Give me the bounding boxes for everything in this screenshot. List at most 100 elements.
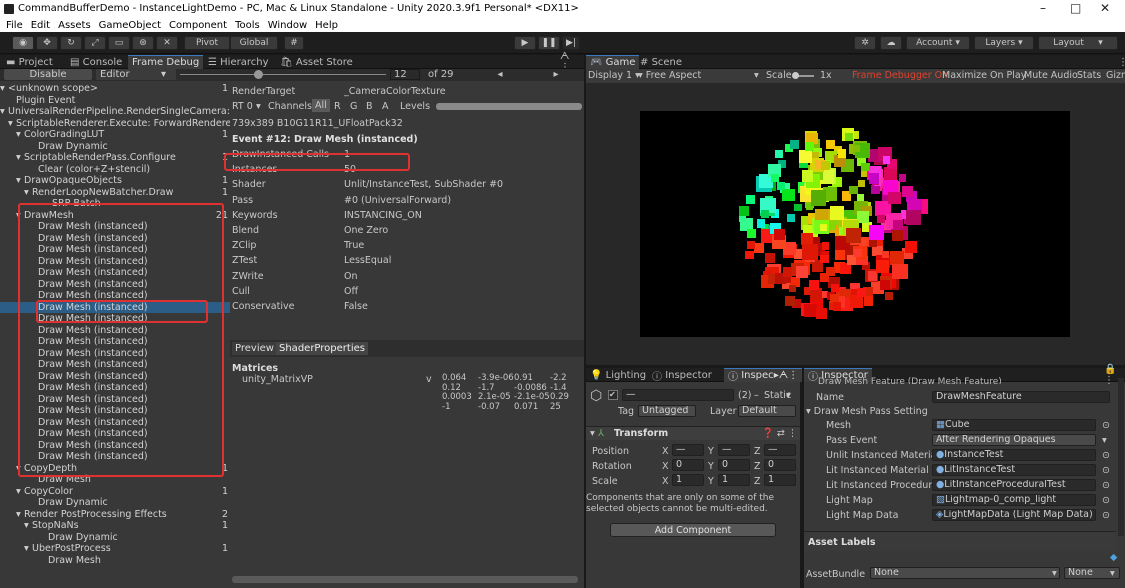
tree-row[interactable]: ▾ CopyColor 1 (0, 486, 230, 498)
feature-field-value[interactable]: ●LitInstanceProceduralTest (932, 479, 1096, 491)
menu-component[interactable]: Component (169, 20, 227, 31)
feature-field-value[interactable]: ●LitInstanceTest (932, 464, 1096, 476)
render-target-value[interactable]: _CameraColorTexture (344, 86, 446, 97)
tree-row[interactable]: ▾ UberPostProcess 1 (0, 543, 230, 555)
game-menu-icon[interactable]: ⋮ (1114, 55, 1125, 69)
active-checkbox[interactable]: ✔ (608, 390, 618, 400)
minimize-button[interactable]: – (1040, 1, 1046, 15)
transform-pos-y-field[interactable]: — (718, 444, 750, 456)
foldout-arrow-icon[interactable]: ▾ (16, 152, 21, 164)
foldout-arrow-icon[interactable]: ▾ (16, 486, 21, 498)
transform-scl-x-field[interactable]: 1 (672, 474, 704, 486)
scale-tool-icon[interactable]: ⤢ (84, 36, 106, 50)
variant-dropdown-arrow-icon[interactable]: ▾ (1110, 568, 1115, 579)
view-tool-icon[interactable]: ◉ (12, 36, 34, 50)
assetbundle-dropdown-arrow-icon[interactable]: ▾ (1052, 568, 1057, 579)
rect-tool-icon[interactable]: ▭ (108, 36, 130, 50)
foldout-arrow-icon[interactable]: ▾ (24, 543, 29, 555)
frame-number-field[interactable]: 12 (390, 69, 420, 80)
tab-asset-store[interactable]: 🛍 Asset Store (276, 55, 357, 69)
tree-row[interactable]: ▾ StopNaNs 1 (0, 520, 230, 532)
transform-rot-y-field[interactable]: 0 (718, 459, 750, 471)
tree-row[interactable]: Clear (color+Z+stencil) (0, 164, 230, 176)
section-foldout[interactable]: ▾ Draw Mesh Pass Setting (806, 406, 928, 417)
prev-frame-button[interactable]: ◂ (472, 69, 528, 80)
menu-gameobject[interactable]: GameObject (99, 20, 161, 31)
assetbundle-dropdown[interactable]: None (870, 567, 1060, 579)
move-tool-icon[interactable]: ✥ (36, 36, 58, 50)
tree-row[interactable]: ▾ Render PostProcessing Effects 2 (0, 509, 230, 521)
menu-file[interactable]: File (6, 20, 23, 31)
tab-console[interactable]: ▤ Console (66, 55, 126, 69)
channel-r-button[interactable]: R (334, 101, 341, 112)
rt-dropdown[interactable]: RT 0 (232, 101, 253, 112)
tag-dropdown[interactable]: Untagged (638, 405, 696, 417)
menu-assets[interactable]: Assets (58, 20, 91, 31)
feature-field-value[interactable]: ▦Cube (932, 419, 1096, 431)
tab-frame-debug[interactable]: Frame Debug (128, 55, 204, 69)
tab-game[interactable]: 🎮 Game (586, 55, 640, 69)
detail-horizontal-scrollbar[interactable] (232, 576, 578, 583)
next-frame-button[interactable]: ▸ (528, 69, 584, 80)
channel-all-button[interactable]: All (312, 99, 330, 112)
feature-field-value[interactable]: ◈LightMapData (Light Map Data) (932, 509, 1096, 521)
pause-button-icon[interactable]: ❚❚ (538, 36, 560, 50)
channel-g-button[interactable]: G (350, 101, 357, 112)
tree-row[interactable]: ▾ ColorGradingLUT 1 (0, 129, 230, 141)
global-button[interactable]: Global (230, 36, 278, 50)
transform-help-icon[interactable]: ❓ ⇄ ⋮ (762, 428, 797, 439)
transform-rot-z-field[interactable]: 0 (764, 459, 796, 471)
tree-row[interactable]: ▾ RenderLoopNewBatcher.Draw 1 (0, 187, 230, 199)
rotate-tool-icon[interactable]: ↻ (60, 36, 82, 50)
foldout-arrow-icon[interactable]: ▾ (16, 129, 21, 141)
feature-field-value[interactable]: After Rendering Opaques (932, 434, 1096, 446)
rt-dropdown-arrow-icon[interactable]: ▾ (256, 101, 261, 112)
object-picker-icon[interactable]: ⊙ (1102, 480, 1110, 491)
foldout-arrow-icon[interactable]: ▾ (16, 509, 21, 521)
tab-lighting[interactable]: 💡 Lighting (586, 368, 650, 382)
menu-window[interactable]: Window (268, 20, 307, 31)
lock-icon[interactable]: ᗅ ⋮ (556, 51, 584, 73)
foldout-arrow-icon[interactable]: ▾ (24, 520, 29, 532)
transform-scl-z-field[interactable]: 1 (764, 474, 796, 486)
object-picker-icon[interactable]: ⊙ (1102, 510, 1110, 521)
object-picker-icon[interactable]: ⊙ (1102, 495, 1110, 506)
foldout-arrow-icon[interactable]: ▾ (16, 175, 21, 187)
preview-tab[interactable]: Preview (232, 342, 277, 355)
foldout-arrow-icon[interactable]: ▾ (8, 118, 13, 130)
object-picker-icon[interactable]: ⊙ (1102, 465, 1110, 476)
static-toggle-icon[interactable]: – (754, 390, 759, 401)
play-button-icon[interactable]: ▶ (514, 36, 536, 50)
channel-a-button[interactable]: A (382, 101, 389, 112)
foldout-arrow-icon[interactable]: ▾ (590, 428, 595, 439)
cloud-icon[interactable]: ☁ (880, 36, 902, 50)
frame-slider-track[interactable] (180, 74, 386, 75)
layer-dropdown[interactable]: Default (738, 405, 796, 417)
tab-project[interactable]: ▬ Project (2, 55, 57, 69)
gizmos-toggle[interactable]: Gizmos (1106, 70, 1125, 81)
custom-tool-icon[interactable]: ✕ (156, 36, 178, 50)
maximize-on-play-toggle[interactable]: Maximize On Play (942, 70, 1026, 81)
tree-row[interactable]: Draw Dynamic (0, 141, 230, 153)
step-button-icon[interactable]: ▶| (562, 36, 580, 50)
menu-edit[interactable]: Edit (31, 20, 50, 31)
tab-scene[interactable]: # Scene (636, 55, 686, 69)
feature-field-value[interactable]: ●InstanceTest (932, 449, 1096, 461)
label-tag-icon[interactable]: ◆ (1110, 552, 1117, 563)
collab-icon[interactable]: ✲ (854, 36, 876, 50)
tree-row[interactable]: ▾ UniversalRenderPipeline.RenderSingleCam… (0, 106, 230, 118)
inspector-scrollbar[interactable] (1118, 378, 1124, 536)
account-dropdown[interactable]: Account ▾ (906, 36, 970, 50)
gameobject-name-field[interactable]: — (622, 389, 734, 401)
transform-pos-x-field[interactable]: — (672, 444, 704, 456)
levels-slider[interactable] (436, 103, 582, 110)
game-viewport[interactable] (640, 111, 1070, 337)
tree-row[interactable]: ▾ <unknown scope> 1 (0, 83, 230, 95)
dropdown-arrow-icon[interactable]: ▾ (1102, 435, 1107, 446)
maximize-button[interactable]: □ (1070, 1, 1081, 15)
disable-button[interactable]: Disable (4, 69, 92, 80)
tab-inspector-2[interactable]: ⓘ Inspec ▸ᗅ⋮ (724, 368, 803, 383)
scale-slider-handle[interactable] (792, 72, 799, 79)
stats-toggle[interactable]: Stats (1077, 70, 1101, 81)
tree-row[interactable]: ▾ DrawOpaqueObjects 1 (0, 175, 230, 187)
